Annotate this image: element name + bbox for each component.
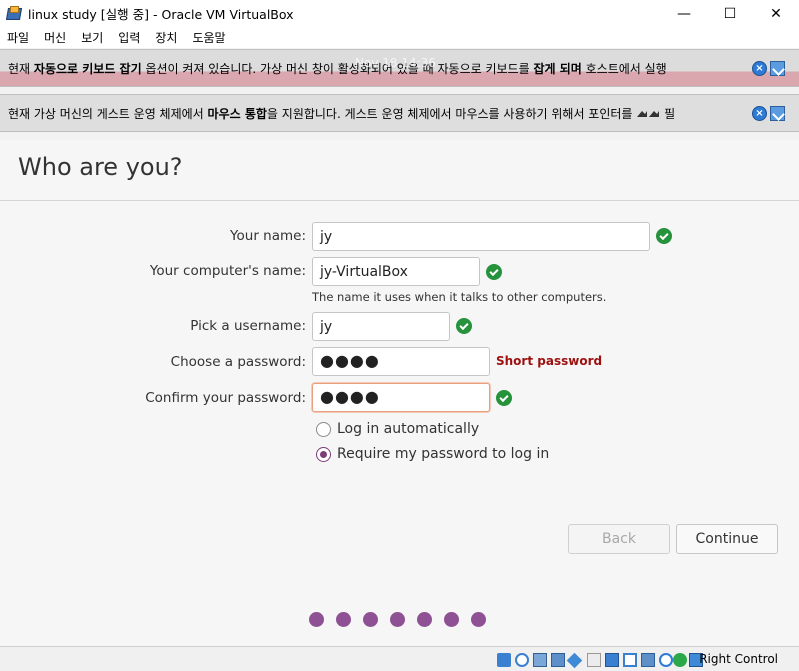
menu-devices[interactable]: 장치 — [148, 29, 185, 46]
password-strength-label: Short password — [496, 354, 603, 368]
mouse-integration-icon[interactable] — [659, 653, 673, 667]
continue-button[interactable]: Continue — [676, 524, 778, 554]
network-icon[interactable] — [551, 653, 565, 667]
audio-icon[interactable] — [533, 653, 547, 667]
password-input[interactable]: ●●●● — [312, 347, 490, 376]
your-name-input[interactable]: jy — [312, 222, 650, 251]
confirm-password-label: Confirm your password: — [145, 390, 306, 406]
menu-help[interactable]: 도움말 — [185, 29, 233, 46]
guest-clock-ghost: Nov 18 14:36 — [355, 56, 436, 70]
require-password-label: Require my password to log in — [337, 446, 550, 462]
valid-check-icon — [496, 390, 512, 406]
back-button[interactable]: Back — [568, 524, 670, 554]
auto-login-label: Log in automatically — [337, 421, 480, 437]
progress-dot — [363, 612, 378, 627]
optical-drive-icon[interactable] — [515, 653, 529, 667]
auto-login-radio[interactable] — [316, 421, 331, 437]
dont-show-again-icon[interactable] — [770, 61, 785, 76]
mouse-pointer-icon — [637, 111, 660, 117]
computer-name-hint: The name it uses when it talks to other … — [312, 290, 607, 304]
video-capture-icon[interactable] — [623, 653, 637, 667]
guest-additions-icon[interactable] — [673, 653, 687, 667]
cpu-icon[interactable] — [641, 653, 655, 667]
progress-dot — [309, 612, 324, 627]
installer-page: Who are you? Your name: jy Your computer… — [0, 140, 799, 646]
window-titlebar: linux study [실행 중] - Oracle VM VirtualBo… — [0, 0, 799, 27]
auto-login-option[interactable]: Log in automatically — [316, 421, 479, 437]
close-button[interactable]: ✕ — [753, 0, 799, 27]
progress-dot — [417, 612, 432, 627]
username-input[interactable]: jy — [312, 312, 450, 341]
mouse-integration-notice: 현재 가상 머신의 게스트 운영 체제에서 마우스 통합을 지원합니다. 게스트… — [0, 94, 799, 132]
keyboard-capture-notice: Nov 18 14:36 현재 자동으로 키보드 잡기 옵션이 켜져 있습니다.… — [0, 49, 799, 87]
maximize-button[interactable]: ☐ — [707, 0, 753, 27]
valid-check-icon — [656, 228, 672, 244]
password-label: Choose a password: — [170, 354, 306, 370]
display-icon[interactable] — [605, 653, 619, 667]
close-notice-icon[interactable]: × — [752, 106, 767, 121]
usb-icon[interactable] — [566, 652, 583, 669]
progress-dot — [444, 612, 459, 627]
page-title: Who are you? — [18, 153, 183, 181]
valid-check-icon — [486, 264, 502, 280]
computer-name-label: Your computer's name: — [149, 263, 306, 279]
shared-folders-icon[interactable] — [587, 653, 601, 667]
menu-view[interactable]: 보기 — [74, 29, 111, 46]
hard-disk-icon[interactable] — [497, 653, 511, 667]
menubar: 파일 머신 보기 입력 장치 도움말 — [0, 27, 799, 48]
virtualbox-icon — [5, 5, 23, 22]
valid-check-icon — [456, 318, 472, 334]
progress-dot — [336, 612, 351, 627]
require-password-radio[interactable] — [316, 446, 331, 462]
menu-file[interactable]: 파일 — [0, 29, 37, 46]
window-title: linux study [실행 중] - Oracle VM VirtualBo… — [28, 7, 294, 22]
progress-dot — [390, 612, 405, 627]
require-password-option[interactable]: Require my password to log in — [316, 446, 549, 462]
confirm-password-input[interactable]: ●●●● — [312, 383, 490, 412]
username-label: Pick a username: — [190, 318, 306, 334]
progress-dot — [471, 612, 486, 627]
computer-name-input[interactable]: jy-VirtualBox — [312, 257, 480, 286]
menu-input[interactable]: 입력 — [111, 29, 148, 46]
host-key-label: Right Control — [699, 652, 778, 666]
dont-show-again-icon[interactable] — [770, 106, 785, 121]
menu-machine[interactable]: 머신 — [37, 29, 74, 46]
mouse-notice-text: 현재 가상 머신의 게스트 운영 체제에서 마우스 통합을 지원합니다. 게스트… — [8, 106, 676, 121]
minimize-button[interactable]: — — [661, 0, 707, 27]
your-name-label: Your name: — [230, 228, 306, 244]
vm-statusbar: Right Control — [0, 646, 799, 671]
divider — [0, 200, 799, 201]
close-notice-icon[interactable]: × — [752, 61, 767, 76]
